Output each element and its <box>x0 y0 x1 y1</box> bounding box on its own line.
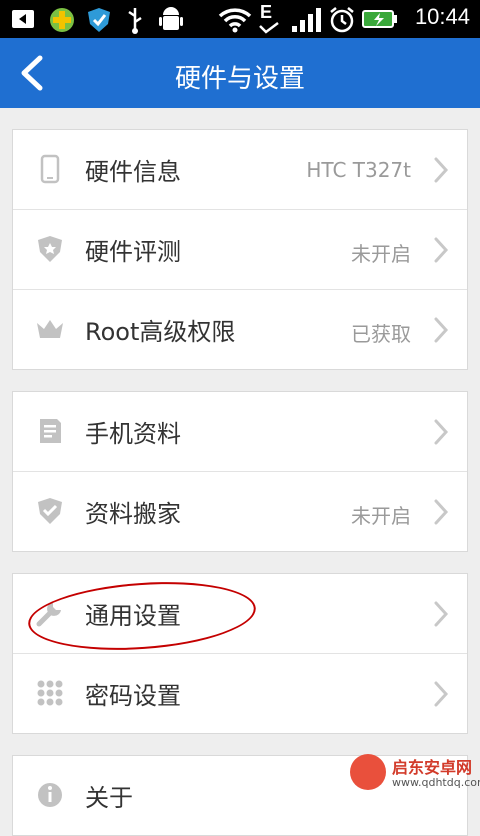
shield-check-icon <box>38 498 62 524</box>
row-label: 密码设置 <box>85 682 181 710</box>
row-label: 硬件信息 <box>85 158 181 186</box>
info-icon <box>38 783 62 807</box>
row-label: 关于 <box>85 784 133 812</box>
row-hardware-info[interactable]: 硬件信息 HTC T327t <box>13 130 467 210</box>
chevron-right-icon <box>434 157 449 183</box>
security-app-icon <box>50 8 74 32</box>
chevron-right-icon <box>434 499 449 525</box>
row-value: 未开启 <box>351 504 411 528</box>
data-arrows-icon <box>259 22 279 34</box>
chevron-right-icon <box>434 237 449 263</box>
document-icon <box>40 419 61 443</box>
wifi-icon <box>218 8 252 33</box>
status-time: 10:44 <box>414 4 470 29</box>
row-hardware-test[interactable]: 硬件评测 未开启 <box>13 210 467 290</box>
watermark-logo-icon <box>350 754 386 790</box>
row-label: Root高级权限 <box>85 318 236 346</box>
row-value: 未开启 <box>351 242 411 266</box>
row-root-permission[interactable]: Root高级权限 已获取 <box>13 290 467 369</box>
watermark-url: www.qdhtdq.com <box>392 776 480 789</box>
keypad-icon <box>37 680 63 706</box>
phone-icon <box>40 154 60 184</box>
watermark-title: 启东安卓网 <box>392 758 473 777</box>
row-label: 资料搬家 <box>85 500 181 528</box>
row-value: 已获取 <box>351 322 411 346</box>
chevron-right-icon <box>434 317 449 343</box>
row-data-migration[interactable]: 资料搬家 未开启 <box>13 472 467 551</box>
page-title: 硬件与设置 <box>174 64 305 94</box>
status-bar: E 10:44 <box>0 0 480 38</box>
signal-icon <box>292 8 321 32</box>
watermark: 启东安卓网 www.qdhtdq.com <box>350 752 480 796</box>
android-debug-icon <box>159 7 183 30</box>
chevron-right-icon <box>434 419 449 445</box>
chevron-right-icon <box>434 681 449 707</box>
app-back-status-icon <box>12 10 34 28</box>
row-value: HTC T327t <box>306 158 411 182</box>
shield-status-icon <box>88 8 110 32</box>
row-label: 手机资料 <box>85 420 181 448</box>
row-label: 硬件评测 <box>85 238 181 266</box>
crown-icon <box>37 320 63 338</box>
usb-icon <box>128 8 142 34</box>
network-type-label: E <box>260 2 273 22</box>
row-password-settings[interactable]: 密码设置 <box>13 654 467 733</box>
chevron-right-icon <box>434 601 449 627</box>
shield-icon <box>38 236 62 262</box>
row-phone-data[interactable]: 手机资料 <box>13 392 467 472</box>
settings-group-hardware: 硬件信息 HTC T327t 硬件评测 未开启 Root高级权限 已获取 <box>12 129 468 370</box>
settings-group-data: 手机资料 资料搬家 未开启 <box>12 391 468 552</box>
app-header: 硬件与设置 <box>0 38 480 108</box>
battery-charging-icon <box>362 10 397 28</box>
alarm-icon <box>330 7 354 33</box>
